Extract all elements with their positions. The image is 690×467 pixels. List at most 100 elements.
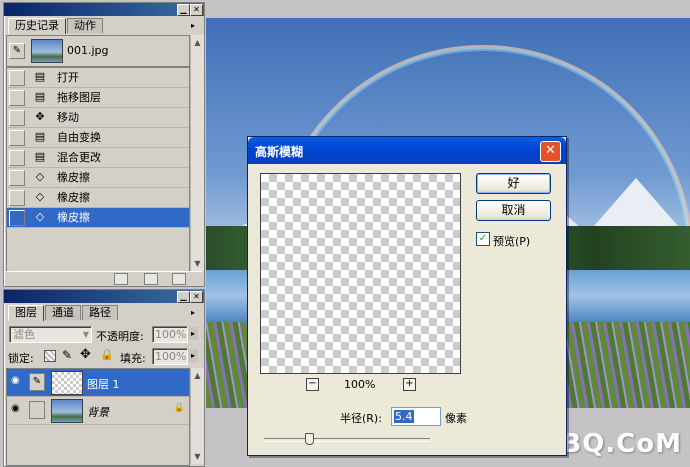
- history-brush-source-box[interactable]: [9, 130, 25, 146]
- palette-menu-arrow-icon[interactable]: ▸: [191, 308, 201, 318]
- radius-slider-track[interactable]: [264, 438, 430, 442]
- zoom-level: 100%: [344, 378, 376, 391]
- preview-checkbox[interactable]: ✓: [476, 232, 490, 246]
- dialog-titlebar[interactable]: 高斯模糊 ✕: [248, 137, 566, 164]
- eye-icon[interactable]: ◉: [11, 403, 20, 414]
- history-brush-source-box[interactable]: [9, 90, 25, 106]
- history-item[interactable]: ▸ ◇ 橡皮擦: [7, 208, 189, 228]
- history-palette: ▁ ✕ 历史记录 动作 ▸ ✎ 001.jpg ▤ 打开 ▤ 拖移图层 ✥ 移动 ▤ 自由变换…: [3, 2, 205, 287]
- history-brush-source-box[interactable]: [9, 190, 25, 206]
- eraser-icon: ◇: [35, 210, 45, 223]
- blur-preview[interactable]: [260, 173, 461, 374]
- tab-layers[interactable]: 图层: [8, 305, 44, 321]
- minimize-icon[interactable]: ▁: [177, 291, 190, 303]
- layers-scrollbar[interactable]: ▲ ▼: [190, 368, 204, 464]
- layers-list: ◉ ✎ 图层 1 ◉ 背景 🔒: [6, 368, 190, 466]
- history-brush-source-box[interactable]: [9, 110, 25, 126]
- lock-position-move-icon[interactable]: ✥: [80, 347, 91, 362]
- history-footer: [6, 271, 202, 286]
- history-tabs: 历史记录 动作: [8, 18, 104, 34]
- preview-label[interactable]: 预览(P): [493, 233, 530, 249]
- cancel-button[interactable]: 取消: [476, 200, 551, 221]
- lock-all-icon[interactable]: 🔒: [100, 348, 114, 361]
- layers-palette: ▁ ✕ 图层 通道 路径 ▸ 滤色 ▼ 不透明度: 100% ▸ 锁定: ✎ ✥…: [3, 289, 205, 467]
- blend-mode-value: 滤色: [13, 328, 35, 341]
- history-item-label: 橡皮擦: [57, 211, 90, 224]
- history-item-label: 打开: [57, 71, 79, 84]
- zoom-out-button[interactable]: −: [306, 378, 319, 391]
- eraser-icon: ◇: [35, 190, 45, 203]
- snapshot-thumbnail: [31, 39, 63, 63]
- layer-row[interactable]: ◉ 背景 🔒: [7, 397, 189, 425]
- radius-slider-thumb[interactable]: [304, 433, 314, 445]
- scroll-down-icon[interactable]: ▼: [192, 258, 203, 269]
- tab-history[interactable]: 历史记录: [8, 18, 66, 34]
- eraser-icon: ◇: [35, 170, 45, 183]
- history-item[interactable]: ◇ 橡皮擦: [7, 188, 189, 208]
- dialog-title: 高斯模糊: [255, 145, 304, 159]
- new-snapshot-icon[interactable]: [144, 273, 158, 285]
- history-list: ✎ 001.jpg ▤打开▤拖移图层✥移动▤自由变换▤混合更改◇橡皮擦◇橡皮擦▸…: [6, 35, 190, 273]
- tab-actions[interactable]: 动作: [67, 18, 103, 33]
- palette-titlebar[interactable]: ▁ ✕: [4, 3, 204, 16]
- opacity-field[interactable]: 100%: [152, 326, 188, 343]
- history-item[interactable]: ▤ 打开: [7, 68, 189, 88]
- palette-titlebar[interactable]: ▁ ✕: [4, 290, 204, 303]
- history-item-label: 拖移图层: [57, 91, 101, 104]
- history-brush-source-box[interactable]: [9, 210, 25, 226]
- zoom-in-button[interactable]: +: [403, 378, 416, 391]
- history-item[interactable]: ▤ 拖移图层: [7, 88, 189, 108]
- history-item[interactable]: ◇ 橡皮擦: [7, 168, 189, 188]
- layer-row[interactable]: ◉ ✎ 图层 1: [7, 369, 189, 397]
- tab-channels[interactable]: 通道: [45, 305, 81, 320]
- document-step-icon: ▤: [34, 130, 46, 143]
- history-scrollbar[interactable]: ▲ ▼: [190, 35, 204, 271]
- fill-field[interactable]: 100%: [152, 348, 188, 365]
- eye-icon[interactable]: ◉: [11, 375, 20, 386]
- close-icon[interactable]: ✕: [540, 141, 561, 162]
- opacity-label: 不透明度:: [96, 330, 144, 343]
- chevron-down-icon: ▼: [82, 330, 89, 339]
- fill-arrow-icon[interactable]: ▸: [188, 349, 198, 362]
- history-item[interactable]: ✥ 移动: [7, 108, 189, 128]
- history-brush-source-icon[interactable]: ✎: [9, 43, 25, 59]
- trash-icon[interactable]: [172, 273, 186, 285]
- history-item-label: 橡皮擦: [57, 191, 90, 204]
- history-item[interactable]: ▤ 混合更改: [7, 148, 189, 168]
- minimize-icon[interactable]: ▁: [177, 4, 190, 16]
- history-brush-source-box[interactable]: [9, 150, 25, 166]
- fill-label: 填充:: [120, 352, 146, 365]
- gaussian-blur-dialog: 高斯模糊 ✕ 好 取消 ✓ 预览(P) − 100% + 半径(R): 5.4 …: [247, 136, 567, 456]
- layer-thumbnail: [51, 399, 83, 423]
- document-step-icon: ▤: [34, 90, 46, 103]
- layer-name[interactable]: 图层 1: [87, 376, 120, 392]
- tab-paths[interactable]: 路径: [82, 305, 118, 320]
- ok-button[interactable]: 好: [476, 173, 551, 194]
- close-icon[interactable]: ✕: [190, 4, 203, 16]
- scroll-up-icon[interactable]: ▲: [192, 370, 203, 381]
- history-brush-source-box[interactable]: [9, 70, 25, 86]
- close-icon[interactable]: ✕: [190, 291, 203, 303]
- radius-unit: 像素: [445, 412, 467, 425]
- radius-label: 半径(R):: [340, 412, 382, 425]
- lock-label: 锁定:: [8, 352, 34, 365]
- history-item-label: 混合更改: [57, 151, 101, 164]
- scroll-down-icon[interactable]: ▼: [192, 451, 203, 462]
- history-item-label: 自由变换: [57, 131, 101, 144]
- history-snapshot-row[interactable]: ✎ 001.jpg: [7, 36, 189, 68]
- layer-name[interactable]: 背景: [87, 404, 109, 420]
- blend-mode-select[interactable]: 滤色 ▼: [9, 326, 92, 343]
- lock-transparency-icon[interactable]: [44, 350, 56, 362]
- scroll-up-icon[interactable]: ▲: [192, 37, 203, 48]
- new-document-from-state-icon[interactable]: [114, 273, 128, 285]
- radius-input[interactable]: 5.4: [391, 407, 441, 426]
- history-item[interactable]: ▤ 自由变换: [7, 128, 189, 148]
- brush-edit-icon[interactable]: ✎: [29, 373, 45, 391]
- link-box[interactable]: [29, 401, 45, 419]
- opacity-arrow-icon[interactable]: ▸: [188, 327, 198, 340]
- checkmark-icon: ✓: [478, 233, 488, 244]
- layer-thumbnail: [51, 371, 83, 395]
- palette-menu-arrow-icon[interactable]: ▸: [191, 21, 201, 31]
- history-brush-source-box[interactable]: [9, 170, 25, 186]
- lock-pixels-brush-icon[interactable]: ✎: [62, 348, 72, 362]
